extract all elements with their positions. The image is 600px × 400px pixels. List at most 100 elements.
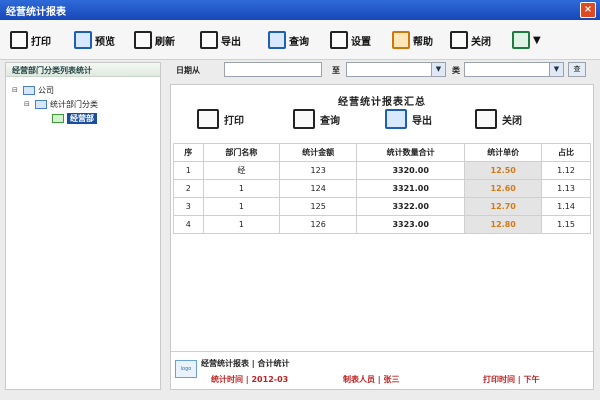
report-close-button[interactable]: 关闭	[475, 109, 522, 129]
table-cell: 3323.00	[356, 215, 466, 234]
tree-node-category[interactable]: ⊟ 统计部门分类	[12, 97, 154, 111]
toolbar-settings-button[interactable]: 设置	[330, 27, 371, 53]
col-header[interactable]: 序	[173, 143, 204, 162]
table-cell: 3321.00	[356, 179, 466, 198]
footer-stat-time: 统计时间 | 2012-03	[211, 375, 289, 384]
col-header[interactable]: 统计单价	[464, 143, 543, 162]
toolbar-export-button[interactable]: 导出	[200, 27, 241, 53]
report-footer: logo 经营统计报表 | 合计统计 统计时间 | 2012-03 制表人员 |…	[171, 351, 593, 389]
table-cell: 1.12	[541, 161, 591, 180]
date-to-label: 至	[332, 66, 340, 75]
toolbar-query-label: 查询	[289, 36, 309, 48]
export-icon	[200, 31, 218, 49]
settings-icon	[330, 31, 348, 49]
table-cell: 3320.00	[356, 161, 466, 180]
window-title: 经营统计报表	[6, 7, 66, 18]
dropdown-arrow-icon[interactable]: ▼	[431, 63, 445, 76]
table-cell: 3	[173, 197, 204, 216]
table-cell: 1	[202, 179, 281, 198]
table-cell: 2	[173, 179, 204, 198]
col-header[interactable]: 占比	[541, 143, 591, 162]
title-bar: 经营统计报表 ×	[0, 0, 600, 20]
table-cell: 125	[279, 197, 358, 216]
company-logo: logo	[175, 360, 197, 378]
col-header[interactable]: 统计金额	[279, 143, 358, 162]
query-icon	[268, 31, 286, 49]
report-close-label: 关闭	[502, 115, 522, 127]
toolbar-query-button[interactable]: 查询	[268, 27, 309, 53]
toolbar-close-button[interactable]: 关闭	[450, 27, 491, 53]
tree-node-label-selected: 经营部	[67, 112, 97, 124]
table-cell-highlight: 12.60	[464, 179, 543, 198]
toolbar-preview-button[interactable]: 预览	[74, 27, 115, 53]
type-select[interactable]: ▼	[464, 62, 564, 77]
folder-open-icon	[52, 113, 64, 123]
date-from-input[interactable]	[224, 62, 322, 77]
table-row[interactable]: 3 1 125 3322.00 12.70 1.14	[173, 197, 591, 216]
footer-print-time: 打印时间 | 下午	[483, 375, 540, 384]
table-row[interactable]: 4 1 126 3323.00 12.80 1.15	[173, 215, 591, 234]
toolbar-extra-glyph: ▼	[533, 34, 541, 46]
folder-icon	[35, 99, 47, 109]
filter-bar: 日期从 至 ▼ 类 ▼ 查	[172, 62, 592, 80]
tree-view: ⊟ 公司 ⊟ 统计部门分类 经营部	[6, 77, 160, 131]
table-cell: 经	[202, 161, 281, 180]
col-header[interactable]: 部门名称	[202, 143, 281, 162]
close-doc-icon	[475, 109, 497, 129]
refresh-icon	[134, 31, 152, 49]
toolbar-print-label: 打印	[31, 36, 51, 48]
dropdown-arrow-icon[interactable]: ▼	[549, 63, 563, 76]
type-label: 类	[452, 66, 460, 75]
toolbar-preview-label: 预览	[95, 36, 115, 48]
table-cell: 126	[279, 215, 358, 234]
footer-summary: 经营统计报表 | 合计统计	[201, 359, 290, 368]
report-export-label: 导出	[412, 115, 432, 127]
toolbar-help-button[interactable]: 帮助	[392, 27, 433, 53]
close-window-button[interactable]: ×	[580, 2, 596, 18]
toolbar-settings-label: 设置	[351, 36, 371, 48]
close-doc-icon	[450, 31, 468, 49]
report-panel: 经营统计报表汇总 打印 查询 导出 关闭 序 部门名称 统计金额 统计数量合计 …	[170, 84, 594, 390]
folder-icon	[23, 85, 35, 95]
report-export-button[interactable]: 导出	[385, 109, 432, 129]
table-cell: 4	[173, 215, 204, 234]
toolbar-refresh-label: 刷新	[155, 36, 175, 48]
report-print-button[interactable]: 打印	[197, 109, 244, 129]
table-cell-highlight: 12.50	[464, 161, 543, 180]
collapse-toggle-icon[interactable]: ⊟	[12, 86, 20, 94]
sidebar-header: 经营部门分类列表统计	[6, 63, 160, 77]
report-title: 经营统计报表汇总	[338, 97, 426, 108]
preview-icon	[74, 31, 92, 49]
col-header[interactable]: 统计数量合计	[356, 143, 466, 162]
table-cell: 1	[173, 161, 204, 180]
print-icon	[197, 109, 219, 129]
tree-node-root[interactable]: ⊟ 公司	[12, 83, 154, 97]
search-icon	[293, 109, 315, 129]
date-from-label: 日期从	[176, 66, 200, 75]
table-cell: 1.15	[541, 215, 591, 234]
table-cell: 1.14	[541, 197, 591, 216]
table-row[interactable]: 2 1 124 3321.00 12.60 1.13	[173, 179, 591, 198]
toolbar: 打印 预览 刷新 导出 查询 设置 帮助 关闭 ▼	[0, 20, 600, 60]
report-search-button[interactable]: 查询	[293, 109, 340, 129]
tree-node-department[interactable]: 经营部	[12, 111, 154, 125]
footer-author: 制表人员 | 张三	[343, 375, 400, 384]
table-cell: 124	[279, 179, 358, 198]
collapse-toggle-icon[interactable]: ⊟	[24, 100, 32, 108]
toolbar-extra-button[interactable]: ▼	[512, 27, 541, 53]
table-cell: 1	[202, 197, 281, 216]
table-row[interactable]: 1 经 123 3320.00 12.50 1.12	[173, 161, 591, 180]
toolbar-print-button[interactable]: 打印	[10, 27, 51, 53]
table-cell: 1	[202, 215, 281, 234]
table-cell: 1.13	[541, 179, 591, 198]
toolbar-refresh-button[interactable]: 刷新	[134, 27, 175, 53]
filter-go-button[interactable]: 查	[568, 62, 586, 77]
print-icon	[10, 31, 28, 49]
date-to-select[interactable]: ▼	[346, 62, 446, 77]
toolbar-help-label: 帮助	[413, 36, 433, 48]
help-icon	[392, 31, 410, 49]
export-icon	[385, 109, 407, 129]
toolbar-close-label: 关闭	[471, 36, 491, 48]
table-cell: 3322.00	[356, 197, 466, 216]
toolbar-export-label: 导出	[221, 36, 241, 48]
